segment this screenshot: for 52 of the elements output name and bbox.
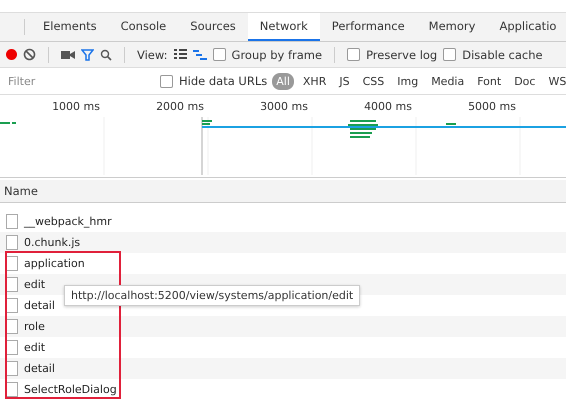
request-name[interactable]: application [24, 257, 85, 270]
request-name[interactable]: 0.chunk.js [24, 236, 80, 249]
request-name[interactable]: detail [24, 299, 55, 312]
time-tick-label: 4000 ms [363, 100, 413, 112]
file-icon [6, 298, 18, 313]
resource-type-filter[interactable]: Doc [510, 72, 540, 90]
request-name[interactable]: __webpack_hmr [24, 215, 112, 228]
file-icon [6, 319, 18, 334]
panel-tab[interactable]: Applicatio [487, 13, 566, 41]
request-name[interactable]: edit [24, 278, 46, 291]
file-icon [6, 277, 18, 292]
file-icon [6, 256, 18, 271]
resource-type-filter[interactable]: CSS [358, 72, 388, 90]
time-tick-label: 2000 ms [155, 100, 205, 112]
panel-tab[interactable]: Console [108, 13, 178, 41]
search-icon[interactable] [100, 48, 112, 60]
filter-icon[interactable] [81, 48, 94, 60]
resource-type-filter[interactable]: JS [335, 72, 354, 90]
video-camera-icon[interactable] [61, 50, 75, 60]
waterfall-view-icon[interactable] [192, 50, 207, 60]
panel-tab[interactable]: Memory [416, 13, 488, 41]
hide-data-urls-checkbox[interactable]: Hide data URLs [160, 74, 268, 88]
panel-tab[interactable]: Performance [320, 13, 417, 41]
resource-type-filter[interactable]: Font [473, 72, 506, 90]
option-checkbox[interactable]: Disable cache [443, 48, 543, 62]
request-name[interactable]: role [24, 320, 45, 333]
request-name[interactable]: SelectRoleDialog [24, 383, 117, 396]
name-column-header[interactable]: Name [0, 180, 566, 203]
record-icon[interactable] [6, 49, 17, 60]
list-view-icon[interactable] [174, 49, 187, 60]
file-icon [6, 235, 18, 250]
file-icon [6, 340, 18, 355]
panel-tab[interactable]: Sources [178, 13, 248, 41]
request-name[interactable]: detail [24, 362, 55, 375]
option-checkbox[interactable]: Preserve log [347, 48, 438, 62]
option-checkbox[interactable]: Group by frame [212, 48, 322, 62]
panel-tab[interactable]: Network [248, 13, 320, 41]
resource-type-filter[interactable]: WS [544, 72, 566, 90]
file-icon [6, 214, 18, 229]
file-icon [6, 382, 18, 397]
url-tooltip: http://localhost:5200/view/systems/application/edit [64, 285, 360, 306]
panel-tab[interactable]: Elements [31, 13, 109, 41]
resource-type-filter[interactable]: Img [393, 72, 422, 90]
request-name[interactable]: edit [24, 341, 46, 354]
time-tick-label: 5000 ms [467, 100, 517, 112]
file-icon [6, 361, 18, 376]
clear-icon[interactable] [23, 48, 36, 61]
resource-type-filter[interactable]: XHR [298, 72, 330, 90]
time-tick-label: 1000 ms [51, 100, 101, 112]
view-label: View: [137, 48, 168, 62]
resource-type-filter[interactable]: Media [427, 72, 468, 90]
time-tick-label: 3000 ms [259, 100, 309, 112]
